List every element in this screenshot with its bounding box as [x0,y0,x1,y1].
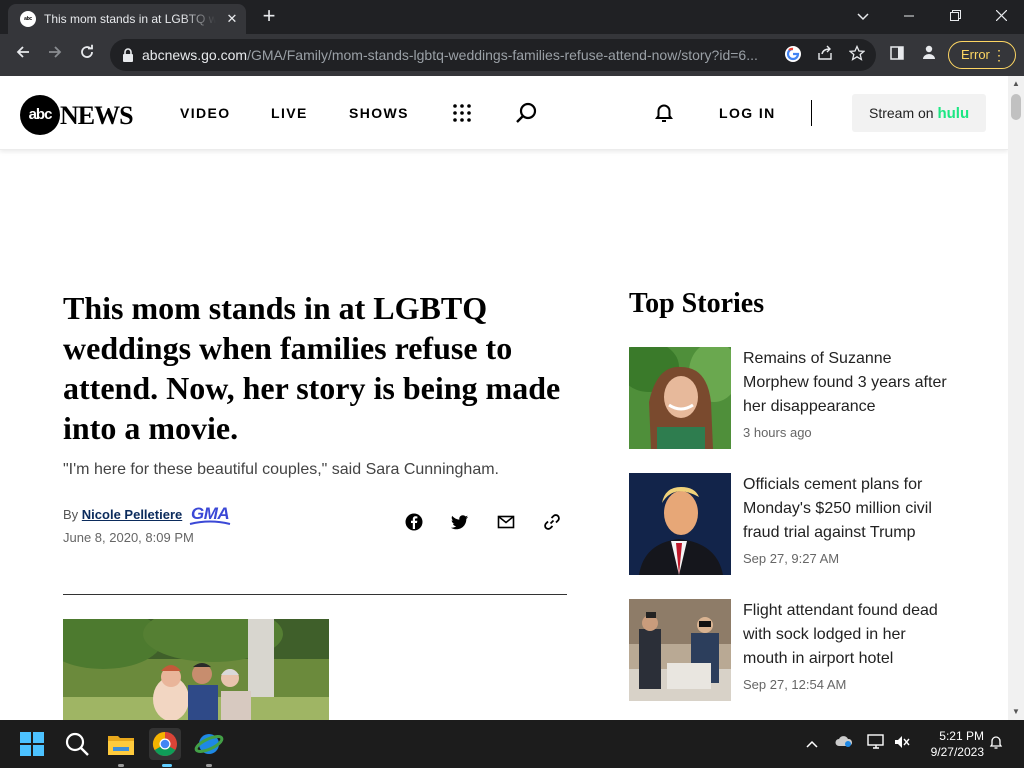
browser-tab-strip: abc This mom stands in at LGBTQ weddings… [0,0,1024,34]
article-subhead: "I'm here for these beautiful couples," … [63,461,499,478]
clock-date: 9/27/2023 [930,745,984,759]
story-title[interactable]: Remains of Suzanne Morphew found 3 years… [743,347,949,419]
lock-icon[interactable] [122,48,134,62]
web-page: abc NEWS VIDEO LIVE SHOWS LOG IN Stream … [0,76,1008,720]
search-icon[interactable] [61,728,93,760]
author-link[interactable]: Nicole Pelletiere [82,507,182,522]
reload-button[interactable] [74,42,100,68]
show-hidden-icons-chevron-icon[interactable] [802,734,822,754]
browser-error-button[interactable]: Error ⋮ [948,41,1016,69]
top-stories-heading: Top Stories [629,288,765,319]
top-story-item[interactable]: Remains of Suzanne Morphew found 3 years… [629,347,959,449]
tab-title: This mom stands in at LGBTQ weddings whe… [44,12,216,26]
byline-prefix: By [63,507,79,522]
windows-taskbar: 5:21 PM 9/27/2023 [0,720,1024,768]
google-translate-icon[interactable] [783,45,803,65]
scroll-up-arrow-icon[interactable]: ▲ [1008,76,1024,92]
search-icon[interactable] [515,101,539,125]
story-thumbnail[interactable] [629,599,731,701]
close-window-button[interactable] [988,4,1014,30]
network-app-icon[interactable] [193,728,225,760]
article-hero-image[interactable] [63,619,329,720]
story-thumbnail[interactable] [629,473,731,575]
stream-on-hulu-button[interactable]: Stream on hulu [852,94,986,132]
abc-logo-mark: abc [20,95,60,135]
browser-tab-active[interactable]: abc This mom stands in at LGBTQ weddings… [8,4,246,34]
menu-kebab-icon[interactable]: ⋮ [992,42,1006,68]
article-divider [63,594,567,595]
nav-live-link[interactable]: LIVE [271,105,308,121]
byline: By Nicole Pelletiere [63,507,182,522]
notification-bell-icon[interactable] [652,101,676,125]
address-bar[interactable]: abcnews.go.com/GMA/Family/mom-stands-lgb… [110,39,876,71]
story-timestamp: Sep 27, 12:54 AM [743,677,847,692]
stream-prefix: Stream on [869,105,934,121]
nav-video-link[interactable]: VIDEO [180,105,231,121]
scrollbar-thumb[interactable] [1011,94,1021,120]
email-icon[interactable] [496,512,516,532]
forward-button[interactable] [42,42,68,68]
scroll-down-arrow-icon[interactable]: ▼ [1008,704,1024,720]
login-link[interactable]: LOG IN [719,105,776,121]
side-panel-icon[interactable] [884,42,910,68]
chrome-icon[interactable] [149,728,181,760]
nav-shows-link[interactable]: SHOWS [349,105,409,121]
header-divider [811,100,812,126]
gma-swoosh-icon [189,520,231,525]
site-header: abc NEWS VIDEO LIVE SHOWS LOG IN Stream … [0,76,1008,150]
profile-avatar-icon[interactable] [916,42,942,68]
story-title[interactable]: Flight attendant found dead with sock lo… [743,599,949,671]
share-icon[interactable] [815,45,835,65]
url-text[interactable]: abcnews.go.com/GMA/Family/mom-stands-lgb… [142,47,772,65]
tab-search-chevron-icon[interactable] [850,4,876,30]
top-story-item[interactable]: Flight attendant found dead with sock lo… [629,599,959,701]
explorer-running-indicator [118,764,124,767]
restore-button[interactable] [942,4,968,30]
apps-grid-icon[interactable] [450,101,474,125]
hulu-logo: hulu [937,105,970,122]
new-tab-button[interactable]: + [258,5,280,28]
onedrive-icon[interactable] [834,734,854,754]
story-thumbnail[interactable] [629,347,731,449]
volume-muted-icon[interactable] [892,734,912,754]
notification-bell-icon[interactable] [986,734,1006,754]
browser-toolbar: abcnews.go.com/GMA/Family/mom-stands-lgb… [0,34,1024,76]
article-headline: This mom stands in at LGBTQ weddings whe… [63,290,561,446]
publish-date: June 8, 2020, 8:09 PM [63,530,194,545]
link-icon[interactable] [542,512,562,532]
app-running-indicator [206,764,212,767]
twitter-icon[interactable] [450,512,470,532]
facebook-icon[interactable] [404,512,424,532]
tab-close-icon[interactable]: ✕ [224,11,240,27]
story-title[interactable]: Officials cement plans for Monday's $250… [743,473,949,545]
news-wordmark: NEWS [60,101,134,130]
file-explorer-icon[interactable] [105,728,137,760]
error-label: Error [961,47,990,62]
clock-time: 5:21 PM [939,729,984,743]
taskbar-clock[interactable]: 5:21 PM 9/27/2023 [918,728,984,760]
story-timestamp: 3 hours ago [743,425,812,440]
bookmark-star-icon[interactable] [847,44,867,65]
chrome-running-indicator [162,764,172,767]
top-story-item[interactable]: Officials cement plans for Monday's $250… [629,473,959,575]
windows-start-icon[interactable] [16,728,48,760]
display-icon[interactable] [866,734,886,754]
abc-news-logo[interactable]: abc NEWS [20,95,140,135]
story-timestamp: Sep 27, 9:27 AM [743,551,840,566]
gma-badge[interactable]: GMA [189,504,231,525]
page-scrollbar[interactable]: ▲ ▼ [1008,76,1024,720]
back-button[interactable] [10,42,36,68]
abc-favicon-icon: abc [20,11,36,27]
minimize-button[interactable] [896,4,922,30]
